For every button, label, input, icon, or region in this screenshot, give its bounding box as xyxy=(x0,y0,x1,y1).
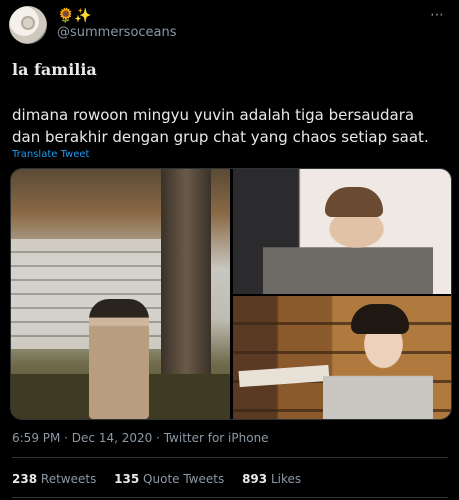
likes-label: Likes xyxy=(270,472,302,486)
tweet-stats: 238 Retweets 135 Quote Tweets 893 Likes xyxy=(12,472,315,486)
retweets-label: Retweets xyxy=(40,472,97,486)
likes-stat[interactable]: 893 Likes xyxy=(242,472,301,486)
author-name[interactable]: 🌻✨ xyxy=(57,8,92,24)
tweet-body-line-1: dimana rowoon mingyu yuvin adalah tiga b… xyxy=(12,106,415,124)
tweet-title: la familia xyxy=(12,60,97,79)
translate-tweet-link[interactable]: Translate Tweet xyxy=(12,149,89,160)
tweet-timestamp[interactable]: 6:59 PM · Dec 14, 2020 · Twitter for iPh… xyxy=(12,431,269,445)
likes-count: 893 xyxy=(242,472,268,486)
flower-icon xyxy=(21,16,35,30)
photo-library-book[interactable] xyxy=(233,296,451,419)
hair-shape xyxy=(351,304,409,334)
tweet-header: 🌻✨ @summersoceans ⋯ xyxy=(0,0,459,52)
author-handle[interactable]: @summersoceans xyxy=(57,25,177,40)
person-figure xyxy=(89,299,149,419)
retweets-stat[interactable]: 238 Retweets xyxy=(12,472,96,486)
hair-shape xyxy=(325,187,383,217)
retweets-count: 238 xyxy=(12,472,38,486)
quote-tweets-label: Quote Tweets xyxy=(143,472,225,486)
divider xyxy=(12,457,448,458)
photo-tree-building[interactable] xyxy=(11,169,230,419)
media-grid xyxy=(10,168,452,420)
avatar[interactable] xyxy=(9,6,47,44)
quote-tweets-count: 135 xyxy=(114,472,140,486)
tweet-body-line-2: dan berakhir dengan grup chat yang chaos… xyxy=(12,128,429,146)
more-options-icon[interactable]: ⋯ xyxy=(430,7,445,23)
photo-portrait-closeup[interactable] xyxy=(233,169,451,294)
tweet-body: dimana rowoon mingyu yuvin adalah tiga b… xyxy=(12,104,452,148)
quote-tweets-stat[interactable]: 135 Quote Tweets xyxy=(114,472,224,486)
divider xyxy=(12,497,448,498)
